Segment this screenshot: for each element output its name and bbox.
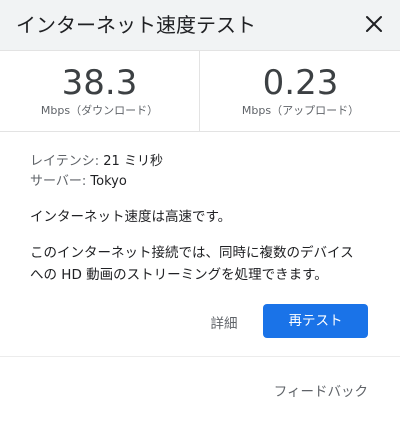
dialog-header: インターネット速度テスト: [0, 0, 400, 51]
close-icon: [366, 16, 382, 32]
upload-result: 0.23 Mbps（アップロード）: [201, 51, 400, 131]
download-speed-unit: Mbps（ダウンロード）: [40, 104, 159, 117]
description-line-2: への HD 動画のストリーミングを処理できます。: [30, 267, 328, 283]
footer-divider: [0, 356, 400, 357]
server-row: サーバー: Tokyo: [30, 172, 163, 192]
feedback-link[interactable]: フィードバック: [274, 382, 368, 402]
test-details: レイテンシ: 21 ミリ秒 サーバー: Tokyo: [30, 152, 163, 192]
latency-value: 21 ミリ秒: [103, 154, 163, 169]
description-line-1: このインターネット接続では、同時に複数のデバイス: [30, 245, 354, 261]
speed-description: このインターネット接続では、同時に複数のデバイス への HD 動画のストリーミン…: [30, 242, 375, 286]
speed-summary: インターネット速度は高速です。: [30, 209, 232, 225]
retest-button[interactable]: 再テスト: [263, 304, 368, 338]
latency-label: レイテンシ:: [30, 154, 100, 169]
server-label: サーバー:: [30, 174, 87, 189]
upload-speed-unit: Mbps（アップロード）: [241, 104, 360, 117]
dialog-title: インターネット速度テスト: [16, 13, 256, 37]
close-button[interactable]: [358, 8, 390, 40]
speed-test-dialog: インターネット速度テスト 38.3 Mbps（ダウンロード） 0.23 Mbps…: [0, 0, 400, 440]
latency-row: レイテンシ: 21 ミリ秒: [30, 152, 163, 172]
speed-results: 38.3 Mbps（ダウンロード） 0.23 Mbps（アップロード）: [0, 51, 400, 132]
details-button[interactable]: 詳細: [196, 310, 252, 338]
upload-speed-value: 0.23: [262, 63, 339, 103]
download-result: 38.3 Mbps（ダウンロード）: [0, 51, 200, 131]
download-speed-value: 38.3: [61, 63, 138, 103]
server-value: Tokyo: [90, 174, 127, 189]
